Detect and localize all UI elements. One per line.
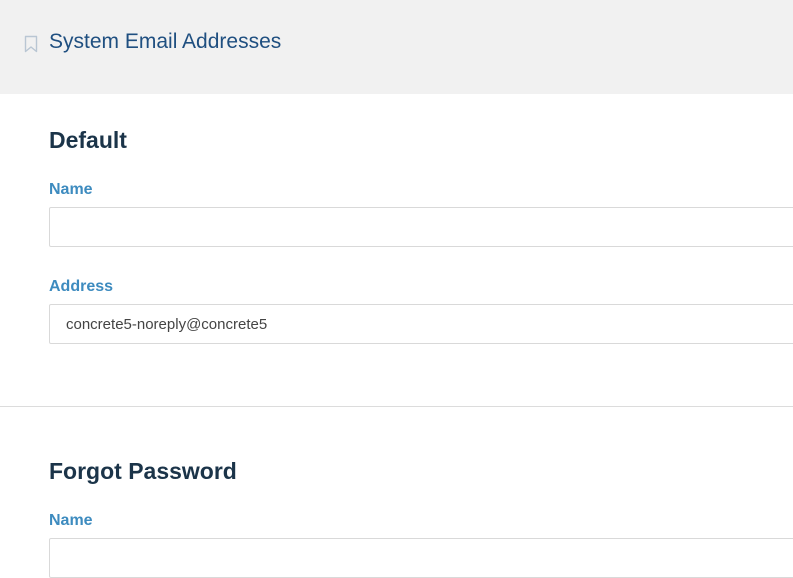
page-title: System Email Addresses — [49, 30, 282, 53]
forgot-password-name-label: Name — [49, 512, 93, 529]
section-title-forgot-password: Forgot Password — [49, 458, 237, 484]
section-divider — [0, 406, 793, 407]
section-title-default: Default — [49, 127, 127, 153]
bookmark-icon[interactable] — [24, 35, 38, 53]
default-address-label: Address — [49, 278, 114, 295]
default-name-input[interactable] — [49, 207, 793, 247]
default-name-label: Name — [49, 181, 93, 198]
page-header: System Email Addresses — [0, 0, 793, 94]
forgot-password-name-input[interactable] — [49, 538, 793, 578]
default-address-input[interactable] — [49, 304, 793, 344]
